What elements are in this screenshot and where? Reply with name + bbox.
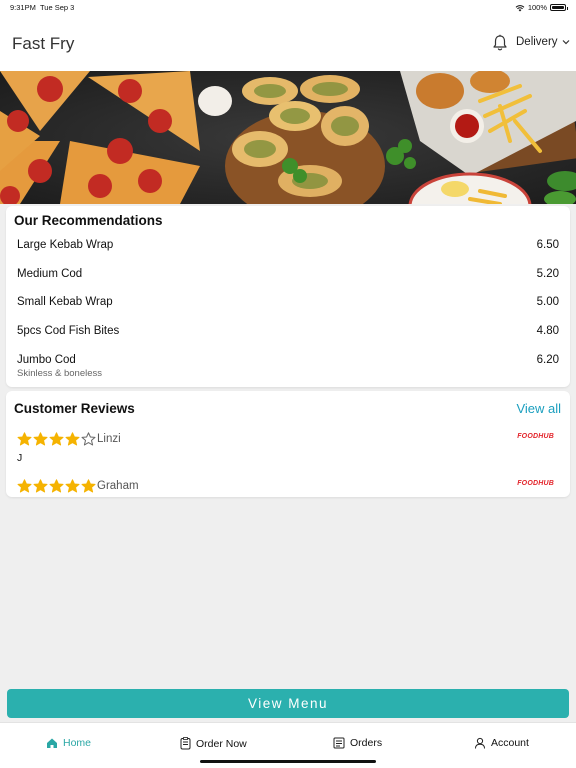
home-indicator [200, 760, 376, 763]
star-filled-icon [65, 432, 80, 446]
recommendation-item[interactable]: Medium Cod 5.20 [17, 268, 559, 280]
star-filled-icon [17, 479, 32, 493]
recommendations-card: Our Recommendations Large Kebab Wrap 6.5… [6, 206, 570, 387]
star-rating [17, 479, 96, 493]
reviewer-name: Linzi [97, 433, 121, 445]
tab-label: Account [491, 737, 529, 749]
battery-percent: 100% [527, 3, 547, 12]
review-item: Graham FOODHUB [17, 479, 559, 497]
recommendation-item[interactable]: Jumbo Cod 6.20 Skinless & boneless [17, 354, 559, 379]
reviews-card: Customer Reviews View all Linzi J FOODHU… [6, 391, 570, 497]
star-empty-icon [81, 432, 96, 446]
tab-home[interactable]: Home [46, 737, 91, 749]
tab-order-now[interactable]: Order Now [180, 737, 247, 750]
item-name: Large Kebab Wrap [17, 239, 114, 251]
view-menu-button[interactable]: View Menu [7, 689, 569, 718]
star-filled-icon [33, 479, 48, 493]
item-name: Small Kebab Wrap [17, 296, 113, 308]
recommendation-item[interactable]: Large Kebab Wrap 6.50 [17, 239, 559, 251]
battery-icon [550, 4, 568, 11]
food-banner-image [0, 71, 576, 204]
app-title: Fast Fry [12, 34, 75, 53]
tab-orders[interactable]: Orders [333, 737, 382, 749]
item-subtitle: Skinless & boneless [17, 368, 103, 379]
delivery-label: Delivery [516, 36, 558, 48]
bell-icon[interactable] [492, 34, 508, 52]
status-right: 100% [515, 3, 568, 12]
star-rating [17, 432, 96, 446]
star-filled-icon [17, 432, 32, 446]
foodhub-logo: FOODHUB [517, 480, 554, 487]
reviewer-name: Graham [97, 480, 139, 492]
star-filled-icon [49, 479, 64, 493]
wifi-icon [515, 4, 525, 11]
status-date: Tue Sep 3 [40, 3, 75, 12]
item-price: 4.80 [536, 325, 559, 337]
home-icon [47, 738, 57, 748]
item-price: 6.50 [536, 239, 559, 251]
item-name: 5pcs Cod Fish Bites [17, 325, 120, 337]
recommendation-item[interactable]: 5pcs Cod Fish Bites 4.80 [17, 325, 559, 337]
item-price: 5.00 [536, 296, 559, 308]
view-all-link[interactable]: View all [516, 401, 561, 416]
star-filled-icon [81, 479, 96, 493]
item-price: 5.20 [536, 268, 559, 280]
item-name: Medium Cod [17, 268, 83, 280]
recommendation-item[interactable]: Small Kebab Wrap 5.00 [17, 296, 559, 308]
app-header: Fast Fry Delivery [0, 14, 576, 71]
order-icon [180, 737, 191, 750]
chevron-down-icon [562, 40, 569, 45]
review-item: Linzi J FOODHUB [17, 432, 559, 472]
tab-label: Orders [350, 737, 383, 749]
star-filled-icon [65, 479, 80, 493]
delivery-selector[interactable]: Delivery [516, 36, 570, 48]
star-filled-icon [49, 432, 64, 446]
account-icon [475, 737, 485, 749]
star-filled-icon [33, 432, 48, 446]
status-bar: 9:31PM Tue Sep 3 100% [0, 0, 576, 14]
recommendations-title: Our Recommendations [14, 213, 163, 228]
item-name: Jumbo Cod [17, 354, 76, 366]
tab-label: Home [63, 737, 92, 749]
status-time: 9:31PM [10, 3, 36, 12]
orders-icon [333, 737, 345, 749]
tab-label: Order Now [196, 737, 247, 750]
foodhub-logo: FOODHUB [517, 433, 554, 440]
reviews-title: Customer Reviews [14, 401, 135, 416]
item-price: 6.20 [536, 354, 559, 366]
hero-banner [0, 71, 576, 204]
tab-account[interactable]: Account [474, 737, 529, 749]
review-text: J [17, 452, 23, 464]
